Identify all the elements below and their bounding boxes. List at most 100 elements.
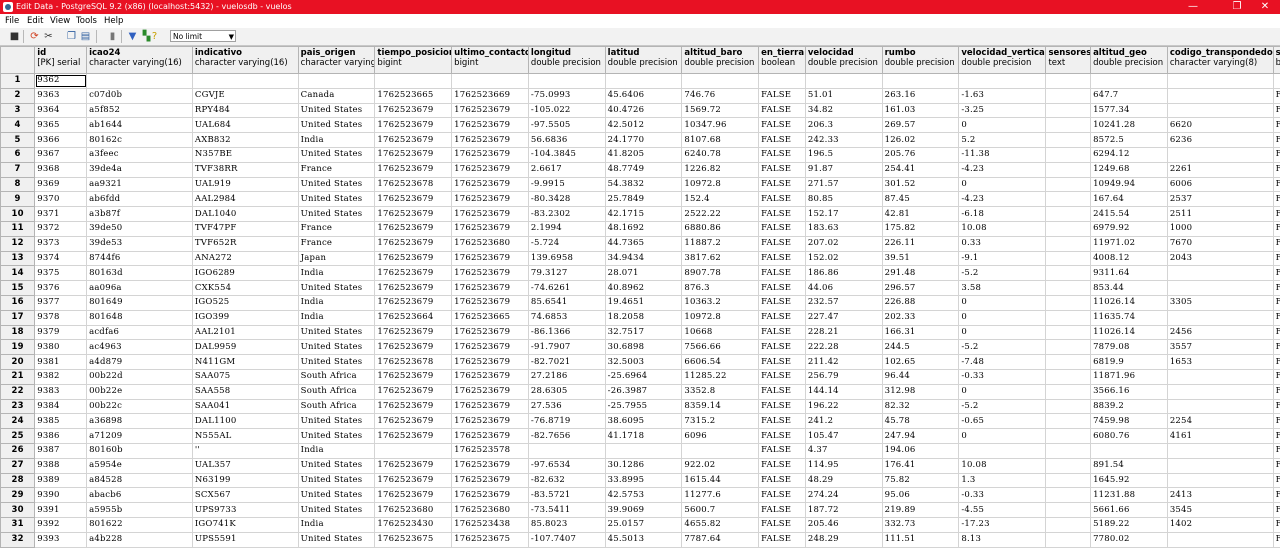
table-cell[interactable]: 11971.02: [1090, 235, 1168, 252]
table-cell[interactable]: 9370: [34, 191, 88, 208]
table-cell[interactable]: 8839.2: [1090, 398, 1168, 415]
table-cell[interactable]: FALSE: [758, 309, 806, 326]
table-cell[interactable]: 1.3: [958, 472, 1047, 489]
table-cell[interactable]: United States: [297, 324, 376, 341]
table-cell[interactable]: FAL: [1272, 487, 1280, 504]
table-cell[interactable]: 263.16: [881, 87, 960, 104]
column-header-latitud[interactable]: latitud double precision: [604, 46, 683, 74]
table-cell[interactable]: FAL: [1272, 117, 1280, 134]
table-cell[interactable]: 9368: [34, 161, 88, 178]
table-cell[interactable]: -82.7021: [527, 354, 606, 370]
table-cell[interactable]: 10.08: [958, 457, 1047, 474]
table-cell[interactable]: United States: [297, 176, 376, 193]
table-cell[interactable]: 9362: [34, 73, 88, 89]
table-cell[interactable]: 301.52: [881, 176, 960, 193]
table-cell[interactable]: [1045, 146, 1092, 163]
table-cell[interactable]: [1045, 531, 1092, 548]
table-cell[interactable]: FALSE: [758, 413, 806, 430]
table-cell[interactable]: 8744f6: [86, 250, 193, 267]
table-cell[interactable]: 801649: [86, 294, 193, 311]
table-cell[interactable]: South Africa: [297, 383, 376, 400]
table-cell[interactable]: FAL: [1272, 161, 1280, 178]
row-number[interactable]: 2: [0, 87, 36, 104]
table-cell[interactable]: FAL: [1272, 220, 1280, 237]
table-cell[interactable]: 102.65: [881, 354, 960, 370]
table-cell[interactable]: 166.31: [881, 324, 960, 341]
table-cell[interactable]: FALSE: [758, 161, 806, 178]
column-header-altitud-geo[interactable]: altitud_geo double precision: [1090, 46, 1168, 74]
table-cell[interactable]: 1762523679: [374, 472, 453, 489]
table-cell[interactable]: TVF38RR: [191, 161, 299, 178]
column-header-rumbo[interactable]: rumbo double precision: [881, 46, 960, 74]
table-cell[interactable]: 4.37: [804, 442, 883, 459]
table-cell[interactable]: FALSE: [758, 220, 806, 237]
save-icon[interactable]: ■: [9, 31, 20, 42]
table-cell[interactable]: [1090, 442, 1168, 459]
row-number[interactable]: 31: [0, 516, 36, 533]
table-cell[interactable]: a3b87f: [86, 206, 193, 222]
row-number[interactable]: 20: [0, 354, 36, 370]
row-number[interactable]: 13: [0, 250, 36, 267]
table-cell[interactable]: 85.6541: [527, 294, 606, 311]
table-cell[interactable]: [1166, 457, 1274, 474]
table-cell[interactable]: [1166, 383, 1274, 400]
row-limit-select[interactable]: No limit ▼: [170, 30, 236, 42]
table-cell[interactable]: 6979.92: [1090, 220, 1168, 237]
table-cell[interactable]: [758, 73, 806, 89]
table-cell[interactable]: 1762523679: [451, 398, 529, 415]
table-cell[interactable]: United States: [297, 117, 376, 134]
table-cell[interactable]: [527, 442, 606, 459]
table-cell[interactable]: 0.33: [958, 235, 1047, 252]
table-cell[interactable]: 56.6836: [527, 132, 606, 148]
table-cell[interactable]: -1.63: [958, 87, 1047, 104]
table-cell[interactable]: 1762523679: [374, 265, 453, 282]
table-cell[interactable]: United States: [297, 339, 376, 356]
table-cell[interactable]: 1762523679: [374, 117, 453, 134]
row-number[interactable]: 23: [0, 398, 36, 415]
row-number[interactable]: 25: [0, 428, 36, 444]
table-cell[interactable]: FALSE: [758, 354, 806, 370]
table-cell[interactable]: 79.3127: [527, 265, 606, 282]
table-cell[interactable]: abacb6: [86, 487, 193, 504]
table-cell[interactable]: [1166, 368, 1274, 385]
table-cell[interactable]: 1762523679: [374, 339, 453, 356]
table-cell[interactable]: 3305: [1166, 294, 1274, 311]
table-cell[interactable]: 1762523679: [451, 472, 529, 489]
table-cell[interactable]: 1762523679: [451, 117, 529, 134]
table-cell[interactable]: 32.7517: [604, 324, 683, 341]
table-cell[interactable]: 0: [958, 309, 1047, 326]
table-cell[interactable]: Japan: [297, 250, 376, 267]
table-cell[interactable]: 2261: [1166, 161, 1274, 178]
table-cell[interactable]: 4655.82: [681, 516, 760, 533]
table-cell[interactable]: 9367: [34, 146, 88, 163]
column-header-pais-origen[interactable]: pais_origencharacter varying(64): [297, 46, 376, 74]
row-number[interactable]: 10: [0, 206, 36, 222]
table-cell[interactable]: DAL9959: [191, 339, 299, 356]
table-cell[interactable]: UAL357: [191, 457, 299, 474]
table-cell[interactable]: 25.0157: [604, 516, 683, 533]
table-cell[interactable]: 30.1286: [604, 457, 683, 474]
table-cell[interactable]: 45.6406: [604, 87, 683, 104]
table-cell[interactable]: 853.44: [1090, 280, 1168, 296]
delete-icon[interactable]: ▮: [107, 31, 118, 42]
table-cell[interactable]: 1762523679: [374, 294, 453, 311]
table-cell[interactable]: FALSE: [758, 176, 806, 193]
table-cell[interactable]: 0: [958, 324, 1047, 341]
table-cell[interactable]: a36898: [86, 413, 193, 430]
table-cell[interactable]: UAL684: [191, 117, 299, 134]
table-cell[interactable]: 6240.78: [681, 146, 760, 163]
table-cell[interactable]: 232.57: [804, 294, 883, 311]
table-cell[interactable]: 48.7749: [604, 161, 683, 178]
table-cell[interactable]: 227.47: [804, 309, 883, 326]
table-cell[interactable]: 219.89: [881, 502, 960, 518]
table-cell[interactable]: 48.1692: [604, 220, 683, 237]
table-cell[interactable]: 1762523679: [451, 413, 529, 430]
table-cell[interactable]: 44.06: [804, 280, 883, 296]
table-cell[interactable]: France: [297, 235, 376, 252]
table-cell[interactable]: IGO6289: [191, 265, 299, 282]
table-cell[interactable]: 7780.02: [1090, 531, 1168, 548]
table-cell[interactable]: United States: [297, 531, 376, 548]
table-cell[interactable]: 38.6095: [604, 413, 683, 430]
row-number[interactable]: 15: [0, 280, 36, 296]
table-cell[interactable]: a5954e: [86, 457, 193, 474]
